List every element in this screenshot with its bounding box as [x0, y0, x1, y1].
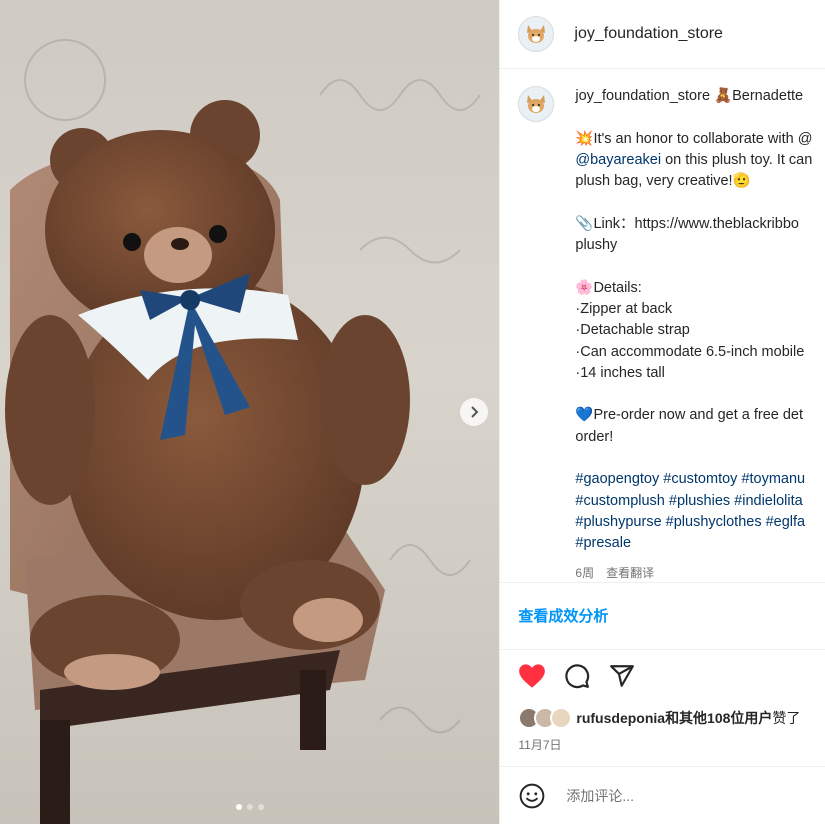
carousel-dot [236, 804, 242, 810]
insights-bar: 查看成效分析 [500, 582, 825, 650]
caption-line: plushy [575, 237, 618, 254]
carousel-dot [247, 804, 253, 810]
caption-avatar[interactable] [518, 86, 555, 122]
teddy-bear-photo [5, 39, 481, 824]
comment-bar [500, 766, 825, 824]
hashtag-line[interactable]: #plushypurse #plushyclothes #eglfa [575, 512, 825, 533]
header-username[interactable]: joy_foundation_store [574, 25, 723, 43]
post-photo[interactable] [0, 0, 500, 824]
share-icon [610, 665, 635, 687]
liker-avatars[interactable] [518, 707, 573, 729]
caption-line: ·14 inches tall [575, 364, 665, 381]
liker-username[interactable]: rufusdeponia [576, 710, 665, 726]
caption-line: on this plush toy. It can [661, 151, 813, 168]
caption-line: ·Zipper at back [575, 300, 673, 317]
avatar[interactable] [518, 16, 555, 52]
emoji-button[interactable] [518, 782, 546, 810]
caption-meta: 6周 查看翻译 [575, 564, 654, 581]
likes-text[interactable]: rufusdeponia和其他108位用户赞了 [576, 708, 800, 728]
caption-line: ·Detachable strap [575, 322, 690, 339]
emoji-icon [520, 783, 545, 809]
liker-avatar [550, 707, 573, 729]
likes-summary: rufusdeponia和其他108位用户赞了 [518, 707, 800, 729]
post-date: 11月7日 [518, 738, 562, 752]
caption-line: order! [575, 428, 614, 445]
corgi-avatar-icon [527, 25, 546, 43]
caption: joy_foundation_store 🧸Bernadette 💥It's a… [518, 86, 825, 580]
post: joy_foundation_store joy_foundation_stor… [0, 0, 825, 824]
carousel-next-button[interactable] [460, 398, 488, 426]
comment-icon [565, 664, 590, 689]
post-age: 6周 [575, 566, 595, 580]
post-sidebar: joy_foundation_store joy_foundation_stor… [499, 0, 825, 824]
caption-line: 💙Pre-order now and get a free det [575, 407, 804, 424]
comment-input[interactable] [564, 787, 799, 805]
view-insights-link[interactable]: 查看成效分析 [518, 605, 608, 626]
caption-line: 📎Link：https://www.theblackribbo [575, 215, 799, 232]
post-header: joy_foundation_store [500, 0, 825, 69]
likes-suffix: 赞了 [772, 710, 801, 726]
like-button[interactable] [518, 662, 546, 690]
heart-icon [519, 664, 546, 688]
caption-line: 🧸Bernadette [714, 88, 804, 104]
likes-count[interactable]: 和其他108位用户 [665, 710, 772, 726]
comment-button[interactable] [563, 662, 591, 690]
carousel-dots [0, 804, 499, 810]
share-button[interactable] [608, 662, 636, 690]
hashtag-line[interactable]: #presale [575, 533, 825, 554]
caption-line: 🌸Details: [575, 279, 642, 296]
carousel-dot [258, 804, 264, 810]
caption-line: ·Can accommodate 6.5-inch mobile [575, 343, 805, 360]
corgi-avatar-icon [527, 95, 546, 113]
translate-link[interactable]: 查看翻译 [606, 566, 654, 580]
caption-text: joy_foundation_store 🧸Bernadette 💥It's a… [575, 86, 825, 555]
mention-link[interactable]: @bayareakei [575, 152, 661, 168]
caption-line: plush bag, very creative!🫡 [575, 173, 751, 190]
hashtag-line[interactable]: #customplush #plushies #indielolita [575, 491, 825, 512]
action-bar [518, 662, 636, 690]
chevron-right-icon [471, 406, 479, 418]
caption-line: 💥It's an honor to collaborate with @ [575, 130, 813, 147]
hashtag-line[interactable]: #gaopengtoy #customtoy #toymanu [575, 469, 825, 490]
caption-username[interactable]: joy_foundation_store [575, 88, 710, 104]
